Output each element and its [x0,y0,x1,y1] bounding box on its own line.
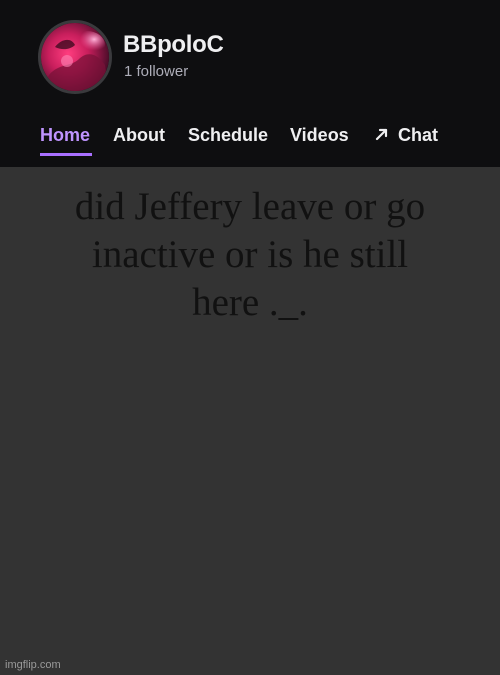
tab-home[interactable]: Home [40,123,90,147]
tab-schedule[interactable]: Schedule [188,123,268,147]
follower-count: 1 follower [124,63,189,80]
avatar-image [41,23,109,91]
active-tab-indicator [40,153,92,156]
channel-header: BBpoloC 1 follower Home About Schedule V… [0,0,500,167]
watermark: imgflip.com [5,659,61,671]
channel-name[interactable]: BBpoloC [123,30,224,60]
popout-arrow-icon [374,126,390,142]
tab-about[interactable]: About [113,123,165,147]
avatar[interactable] [38,20,112,94]
post-text: did Jeffery leave or go inactive or is h… [74,185,426,324]
tab-chat-label: Chat [398,125,438,145]
tab-videos[interactable]: Videos [290,123,349,147]
tab-chat[interactable]: Chat [374,123,438,147]
